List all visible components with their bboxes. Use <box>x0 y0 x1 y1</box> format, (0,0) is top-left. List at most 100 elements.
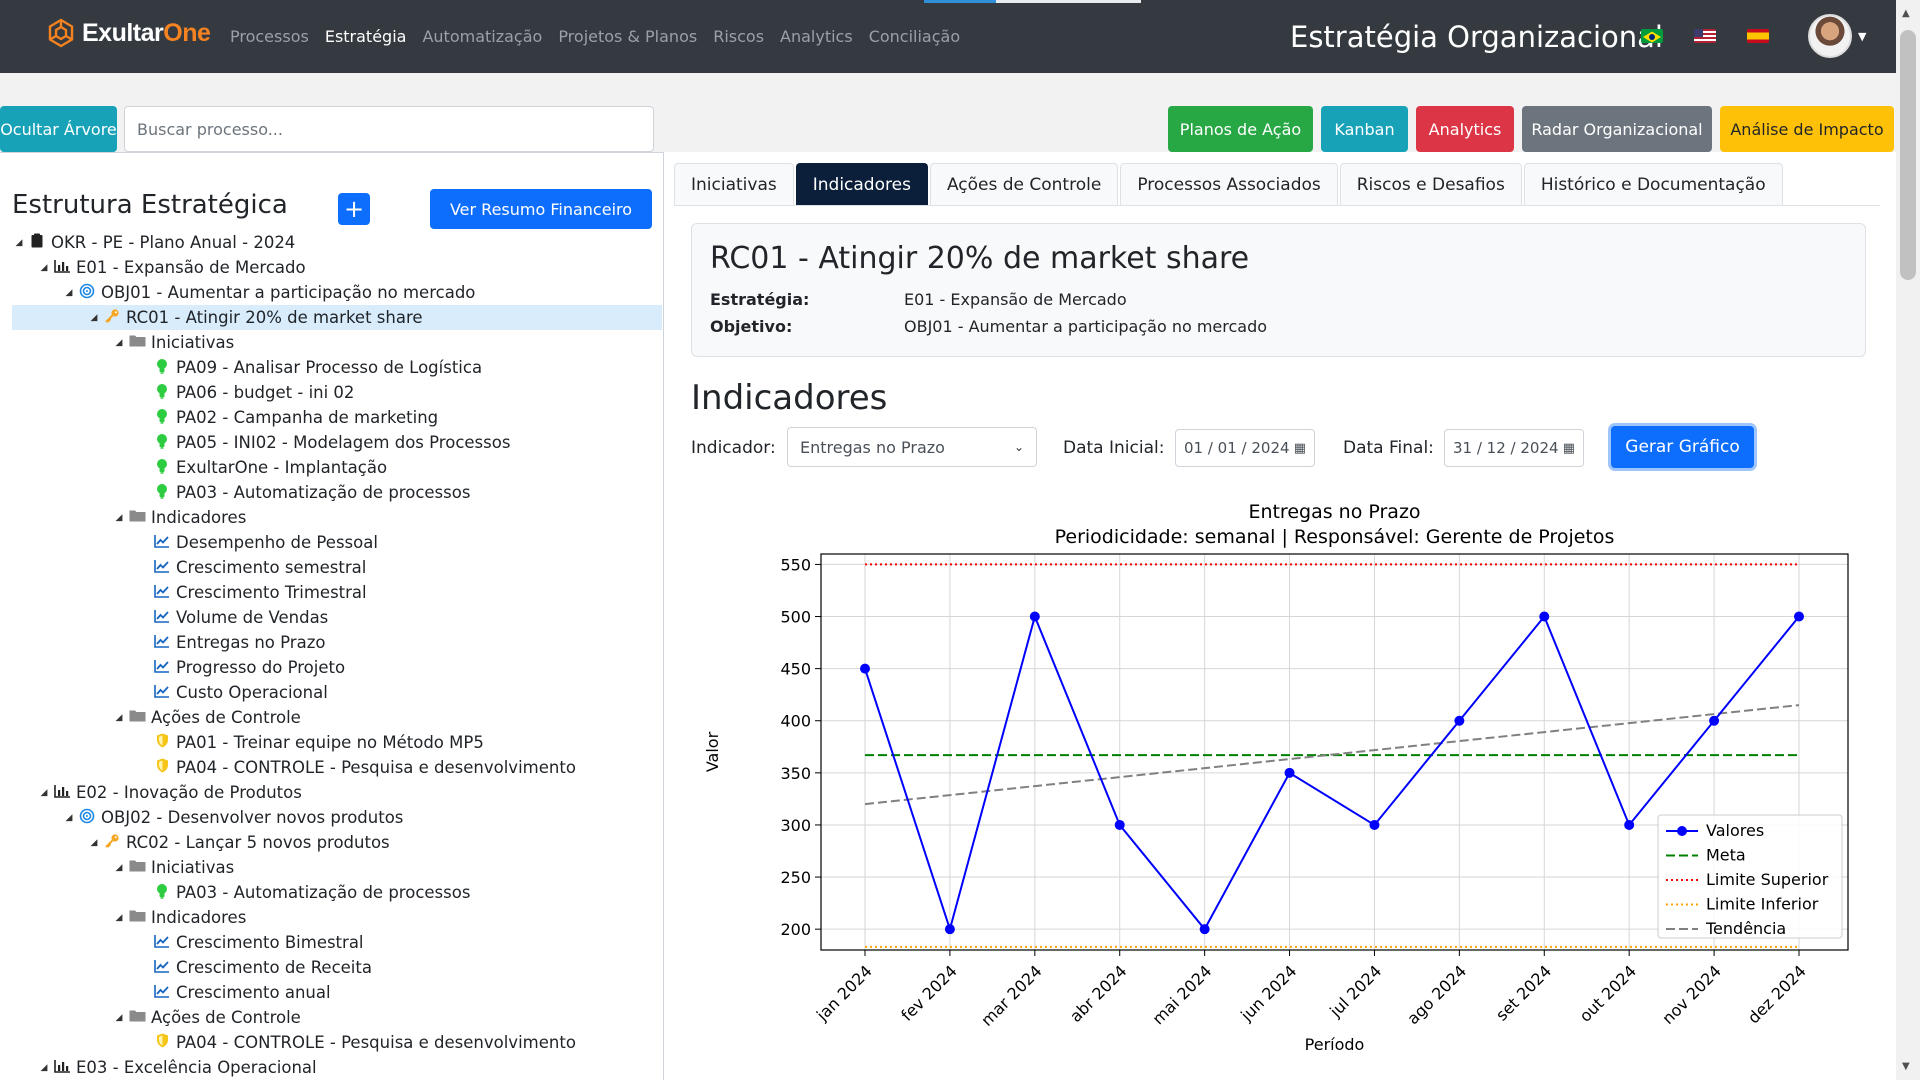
impact-analysis-button[interactable]: Análise de Impacto <box>1720 106 1894 152</box>
tree-node[interactable]: Crescimento Trimestral <box>12 580 662 605</box>
tree-node[interactable]: ◢ Ações de Controle <box>12 1005 662 1030</box>
expand-caret-icon[interactable]: ◢ <box>37 788 51 798</box>
data-point[interactable] <box>1454 715 1465 726</box>
action-plans-button[interactable]: Planos de Ação <box>1168 106 1313 152</box>
brand-logo[interactable]: Exultar One <box>46 18 211 48</box>
tree-node[interactable]: PA05 - INI02 - Modelagem dos Processos <box>12 430 662 455</box>
tree-node[interactable]: ◢ Iniciativas <box>12 855 662 880</box>
tree-node[interactable]: Crescimento Bimestral <box>12 930 662 955</box>
tree-node[interactable]: ◢ Indicadores <box>12 905 662 930</box>
tree-node[interactable]: Desempenho de Pessoal <box>12 530 662 555</box>
expand-caret-icon[interactable]: ◢ <box>112 513 126 523</box>
scrollbar-thumb[interactable] <box>1900 30 1916 280</box>
expand-caret-icon[interactable]: ◢ <box>62 813 76 823</box>
tree-node[interactable]: PA02 - Campanha de marketing <box>12 405 662 430</box>
expand-caret-icon[interactable]: ◢ <box>12 238 26 248</box>
scroll-down-icon[interactable]: ▼ <box>1902 1061 1910 1072</box>
expand-caret-icon[interactable]: ◢ <box>112 1013 126 1023</box>
data-point[interactable] <box>1284 767 1295 778</box>
org-radar-button[interactable]: Radar Organizacional <box>1522 106 1712 152</box>
tree-node[interactable]: ◢ RC02 - Lançar 5 novos produtos <box>12 830 662 855</box>
caret-down-icon[interactable]: ▼ <box>1858 30 1866 43</box>
tree-node[interactable]: ◢ Indicadores <box>12 505 662 530</box>
kanban-button[interactable]: Kanban <box>1321 106 1408 152</box>
tree-node[interactable]: ◢ OBJ01 - Aumentar a participação no merc… <box>12 280 662 305</box>
start-date-input[interactable]: 01 / 01 / 2024 ▦ <box>1175 429 1315 467</box>
tree-node[interactable]: PA01 - Treinar equipe no Método MP5 <box>12 730 662 755</box>
page-scrollbar[interactable]: ▲ ▼ <box>1896 0 1920 1080</box>
tree-node[interactable]: ◢ E03 - Excelência Operacional <box>12 1055 662 1080</box>
tab-historico-documentacao[interactable]: Histórico e Documentação <box>1523 163 1783 205</box>
tree-node[interactable]: Entregas no Prazo <box>12 630 662 655</box>
nav-item-riscos[interactable]: Riscos <box>713 27 764 46</box>
tree-node[interactable]: ExultarOne - Implantação <box>12 455 662 480</box>
calendar-icon[interactable]: ▦ <box>1294 441 1306 456</box>
data-point[interactable] <box>1369 819 1380 830</box>
flag-spain-icon[interactable] <box>1747 29 1769 43</box>
tree-node[interactable]: PA04 - CONTROLE - Pesquisa e desenvolvim… <box>12 755 662 780</box>
tree-node[interactable]: ◢ OBJ02 - Desenvolver novos produtos <box>12 805 662 830</box>
data-point[interactable] <box>944 924 955 935</box>
generate-chart-button[interactable]: Gerar Gráfico <box>1611 426 1754 468</box>
tab-acoes-controle[interactable]: Ações de Controle <box>929 163 1119 205</box>
tree-node[interactable]: Volume de Vendas <box>12 605 662 630</box>
x-tick-label: mai 2024 <box>1149 961 1216 1028</box>
nav-item-conciliacao[interactable]: Conciliação <box>869 27 960 46</box>
x-tick-label: mar 2024 <box>977 961 1045 1029</box>
tab-riscos-desafios[interactable]: Riscos e Desafios <box>1339 163 1522 205</box>
expand-caret-icon[interactable]: ◢ <box>112 713 126 723</box>
hide-tree-button[interactable]: Ocultar Árvore <box>0 106 117 152</box>
analytics-button[interactable]: Analytics <box>1416 106 1514 152</box>
tree-node[interactable]: PA06 - budget - ini 02 <box>12 380 662 405</box>
nav-item-automatizacao[interactable]: Automatização <box>422 27 542 46</box>
tree-node[interactable]: PA09 - Analisar Processo de Logística <box>12 355 662 380</box>
data-point[interactable] <box>1199 924 1210 935</box>
nav-item-processos[interactable]: Processos <box>230 27 309 46</box>
nav-item-analytics[interactable]: Analytics <box>780 27 853 46</box>
tree-node[interactable]: ◢ OKR - PE - Plano Anual - 2024 <box>12 230 662 255</box>
tree-node[interactable]: Crescimento semestral <box>12 555 662 580</box>
tree-node[interactable]: PA04 - CONTROLE - Pesquisa e desenvolvim… <box>12 1030 662 1055</box>
indicator-select[interactable]: Entregas no Prazo ⌄ <box>787 427 1037 467</box>
tree-node[interactable]: ◢ E01 - Expansão de Mercado <box>12 255 662 280</box>
data-point[interactable] <box>1029 611 1040 622</box>
data-point[interactable] <box>860 663 870 674</box>
data-point[interactable] <box>1794 611 1804 622</box>
tree-node[interactable]: PA03 - Automatização de processos <box>12 880 662 905</box>
user-avatar[interactable] <box>1808 14 1852 58</box>
flag-usa-icon[interactable] <box>1694 29 1716 43</box>
expand-caret-icon[interactable]: ◢ <box>87 313 101 323</box>
expand-caret-icon[interactable]: ◢ <box>112 913 126 923</box>
expand-caret-icon[interactable]: ◢ <box>37 1063 51 1073</box>
tree-node[interactable]: ◢ Ações de Controle <box>12 705 662 730</box>
data-point[interactable] <box>1539 611 1550 622</box>
scroll-up-icon[interactable]: ▲ <box>1902 8 1910 19</box>
tree-node[interactable]: Progresso do Projeto <box>12 655 662 680</box>
tab-indicadores[interactable]: Indicadores <box>795 163 928 205</box>
add-node-button[interactable]: + <box>338 193 370 225</box>
expand-caret-icon[interactable]: ◢ <box>62 288 76 298</box>
data-point[interactable] <box>1709 715 1720 726</box>
financial-summary-button[interactable]: Ver Resumo Financeiro <box>430 189 652 229</box>
tab-processos-associados[interactable]: Processos Associados <box>1120 163 1338 205</box>
expand-caret-icon[interactable]: ◢ <box>87 838 101 848</box>
data-point[interactable] <box>1624 819 1635 830</box>
search-input[interactable] <box>124 106 654 152</box>
tree-node[interactable]: ◢ Iniciativas <box>12 330 662 355</box>
tree-node[interactable]: Crescimento de Receita <box>12 955 662 980</box>
expand-caret-icon[interactable]: ◢ <box>37 263 51 273</box>
expand-caret-icon[interactable]: ◢ <box>112 338 126 348</box>
tree-node[interactable]: ◢ E02 - Inovação de Produtos <box>12 780 662 805</box>
tree-node[interactable]: PA03 - Automatização de processos <box>12 480 662 505</box>
flag-brazil-icon[interactable] <box>1641 29 1663 43</box>
tab-iniciativas[interactable]: Iniciativas <box>674 163 794 205</box>
nav-item-estrategia[interactable]: Estratégia <box>325 27 407 46</box>
nav-item-projetos-planos[interactable]: Projetos & Planos <box>558 27 697 46</box>
data-point[interactable] <box>1114 819 1125 830</box>
calendar-icon[interactable]: ▦ <box>1563 441 1575 456</box>
tree-node[interactable]: Custo Operacional <box>12 680 662 705</box>
tree-node[interactable]: Crescimento anual <box>12 980 662 1005</box>
tree-node[interactable]: ◢ RC01 - Atingir 20% de market share <box>12 305 662 330</box>
expand-caret-icon[interactable]: ◢ <box>112 863 126 873</box>
end-date-input[interactable]: 31 / 12 / 2024 ▦ <box>1444 429 1584 467</box>
